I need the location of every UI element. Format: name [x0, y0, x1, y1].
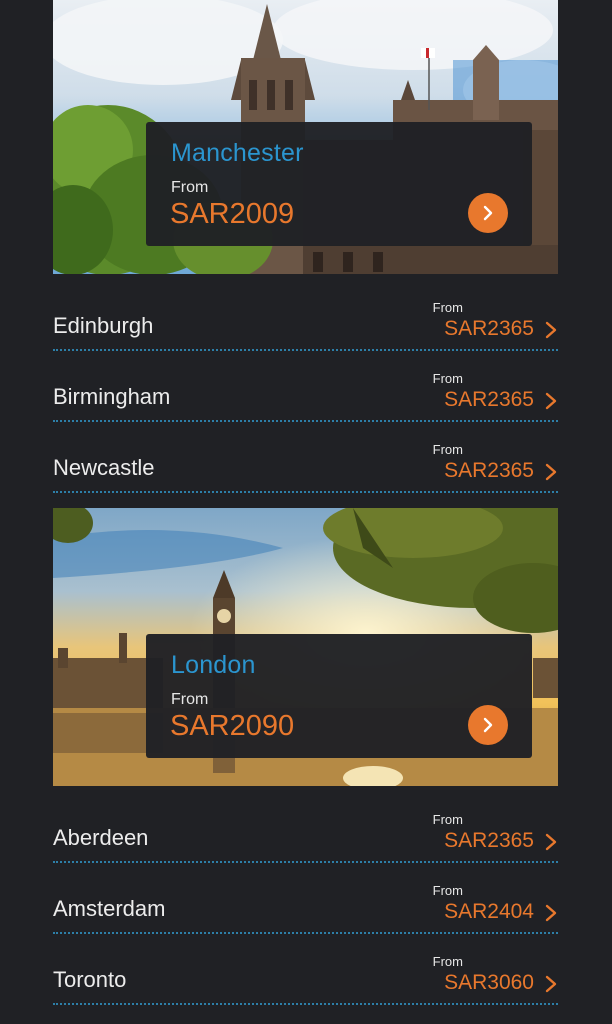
list-item-aberdeen[interactable]: Aberdeen From SAR2365	[53, 792, 558, 863]
featured-go-button[interactable]	[468, 193, 508, 233]
from-label: From	[171, 179, 209, 196]
chevron-right-icon	[545, 904, 557, 922]
from-label: From	[432, 812, 463, 827]
from-label: From	[432, 954, 463, 969]
list-item-birmingham[interactable]: Birmingham From SAR2365	[53, 351, 558, 422]
chevron-right-icon	[545, 463, 557, 481]
from-label: From	[432, 883, 463, 898]
from-label: From	[432, 371, 463, 386]
list-item-city: Newcastle	[53, 455, 155, 480]
chevron-right-icon	[545, 833, 557, 851]
list-item-price: SAR3060	[444, 971, 534, 994]
chevron-right-icon	[545, 975, 557, 993]
featured-go-button[interactable]	[468, 705, 508, 745]
list-item-price: SAR2365	[444, 317, 534, 340]
list-item-city: Birmingham	[53, 384, 171, 409]
list-item-price: SAR2365	[444, 388, 534, 411]
list-item-amsterdam[interactable]: Amsterdam From SAR2404	[53, 863, 558, 934]
chevron-right-icon	[483, 205, 493, 221]
featured-price: SAR2009	[170, 198, 295, 230]
list-item-price: SAR2365	[444, 459, 534, 482]
list-item-city: Aberdeen	[53, 825, 149, 850]
featured-overlay: London From SAR2090	[146, 634, 532, 758]
list-item-city: Amsterdam	[53, 896, 166, 921]
featured-card-manchester[interactable]: Manchester From SAR2009	[53, 0, 558, 274]
featured-city-name: London	[171, 651, 256, 679]
from-label: From	[171, 691, 209, 708]
chevron-right-icon	[545, 321, 557, 339]
list-item-newcastle[interactable]: Newcastle From SAR2365	[53, 422, 558, 493]
list-item-city: Edinburgh	[53, 313, 154, 338]
destination-group-2: Aberdeen From SAR2365 Amsterdam From SAR…	[53, 792, 558, 1005]
list-item-toronto[interactable]: Toronto From SAR3060	[53, 934, 558, 1005]
featured-overlay: Manchester From SAR2009	[146, 122, 532, 246]
list-item-price: SAR2365	[444, 829, 534, 852]
featured-price: SAR2090	[170, 710, 295, 742]
list-item-price: SAR2404	[444, 900, 534, 923]
list-item-edinburgh[interactable]: Edinburgh From SAR2365	[53, 280, 558, 351]
from-label: From	[432, 300, 463, 315]
destination-group-1: Edinburgh From SAR2365 Birmingham From S…	[53, 280, 558, 493]
chevron-right-icon	[545, 392, 557, 410]
featured-city-name: Manchester	[171, 139, 304, 167]
featured-card-london[interactable]: London From SAR2090	[53, 508, 558, 786]
list-item-city: Toronto	[53, 967, 127, 992]
chevron-right-icon	[483, 717, 493, 733]
from-label: From	[432, 442, 463, 457]
